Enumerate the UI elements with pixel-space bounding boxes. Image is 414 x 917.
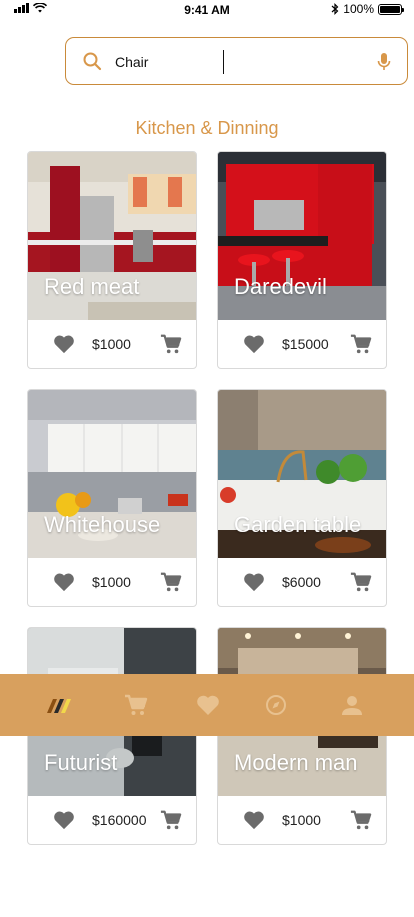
card-footer: $1000	[28, 320, 196, 368]
product-name: Futurist	[44, 750, 118, 775]
cart-icon[interactable]	[124, 693, 148, 717]
product-card[interactable]: Futurist $160000	[27, 627, 197, 845]
product-price: $160000	[92, 812, 147, 828]
search-icon[interactable]	[82, 51, 102, 71]
search-input[interactable]	[115, 50, 355, 74]
product-price: $1000	[92, 336, 131, 352]
heart-icon[interactable]	[53, 572, 75, 592]
heart-icon[interactable]	[53, 810, 75, 830]
battery-percent: 100%	[343, 2, 374, 16]
logo-icon[interactable]	[44, 693, 74, 717]
product-name: Whitehouse	[44, 512, 161, 537]
product-name: Modern man	[234, 750, 358, 775]
section-title: Kitchen & Dinning	[135, 118, 279, 138]
cart-icon[interactable]	[160, 571, 182, 593]
product-name: Red meat	[44, 274, 140, 299]
card-footer: $1000	[218, 796, 386, 844]
status-bar: 9:41 AM 100%	[0, 0, 414, 20]
compass-icon[interactable]	[264, 693, 288, 717]
product-price: $1000	[92, 574, 131, 590]
heart-icon[interactable]	[243, 810, 265, 830]
heart-icon[interactable]	[243, 572, 265, 592]
user-icon[interactable]	[340, 693, 364, 717]
status-right: 100%	[331, 2, 404, 16]
product-name: Daredevil	[234, 274, 327, 299]
search-bar[interactable]	[65, 37, 408, 85]
bluetooth-icon	[331, 3, 339, 15]
microphone-icon[interactable]	[377, 52, 391, 72]
product-price: $1000	[282, 812, 321, 828]
product-card[interactable]: Garden table $6000	[217, 389, 387, 607]
cart-icon[interactable]	[160, 809, 182, 831]
card-footer: $1000	[28, 558, 196, 606]
product-card[interactable]: Red meat $1000	[27, 151, 197, 369]
product-card[interactable]: Daredevil $15000	[217, 151, 387, 369]
product-card[interactable]: Whitehouse $1000	[27, 389, 197, 607]
product-price: $6000	[282, 574, 321, 590]
card-footer: $160000	[28, 796, 196, 844]
text-cursor	[223, 50, 224, 74]
screen: 9:41 AM 100% Kitchen & Dinning	[0, 0, 414, 917]
product-price: $15000	[282, 336, 329, 352]
battery-icon	[378, 3, 404, 15]
heart-icon[interactable]	[196, 693, 220, 717]
heart-icon[interactable]	[53, 334, 75, 354]
cart-icon[interactable]	[350, 571, 372, 593]
product-name: Garden table	[234, 512, 362, 537]
card-footer: $6000	[218, 558, 386, 606]
card-footer: $15000	[218, 320, 386, 368]
bottom-navigation	[0, 674, 414, 736]
cart-icon[interactable]	[350, 809, 372, 831]
product-card[interactable]: Modern man $1000	[217, 627, 387, 845]
heart-icon[interactable]	[243, 334, 265, 354]
cart-icon[interactable]	[160, 333, 182, 355]
cart-icon[interactable]	[350, 333, 372, 355]
